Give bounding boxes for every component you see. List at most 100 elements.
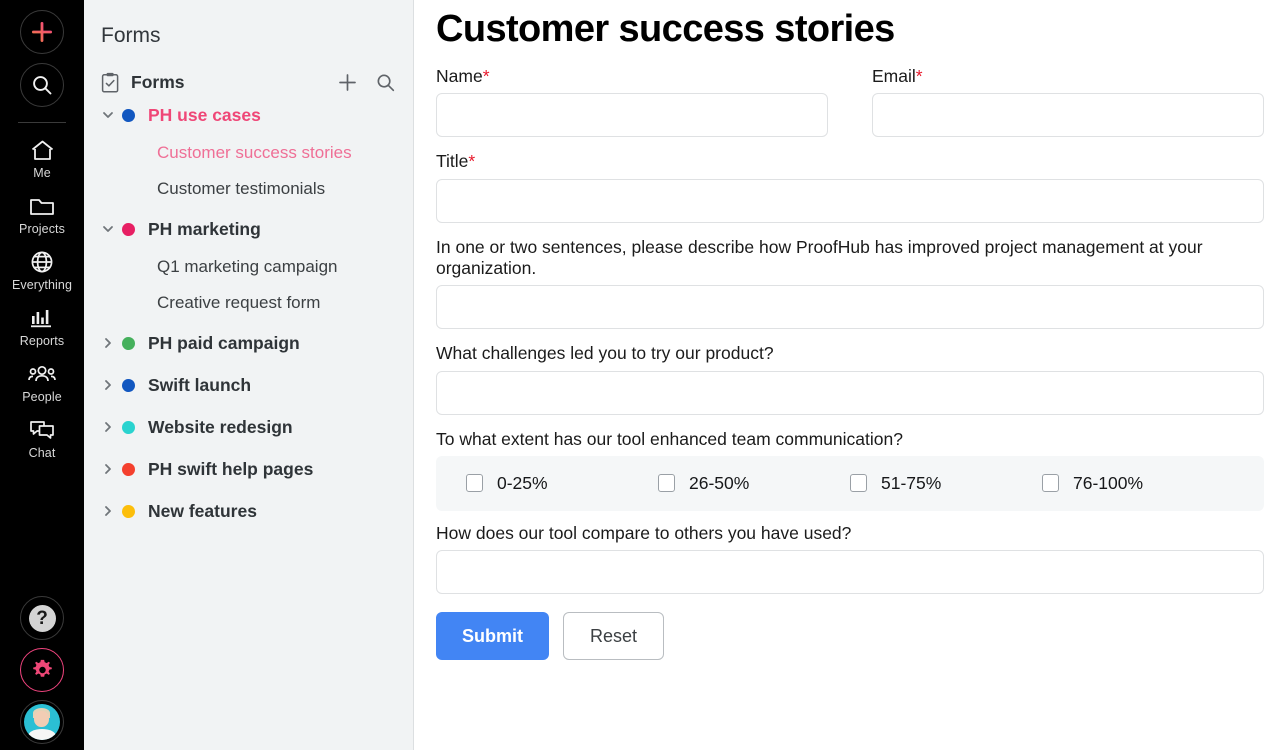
page-title: Customer success stories	[436, 8, 895, 50]
compare-input[interactable]	[436, 550, 1264, 595]
sidebar-search-button[interactable]	[375, 72, 396, 93]
globe-icon	[30, 249, 54, 275]
people-icon	[28, 361, 56, 387]
project-color-dot	[122, 504, 135, 518]
project-row[interactable]: Website redesign	[84, 407, 413, 447]
project-row[interactable]: Swift launch	[84, 365, 413, 405]
project-color-dot	[122, 222, 135, 236]
chevron-right-icon[interactable]	[101, 420, 119, 434]
rail-item-me[interactable]: Me	[0, 137, 84, 180]
project-list: PH use cases Customer success stories Cust…	[84, 95, 413, 531]
checkbox-label: 51-75%	[881, 472, 942, 493]
project-row[interactable]: PH swift help pages	[84, 449, 413, 489]
checkbox-label: 26-50%	[689, 472, 750, 493]
rail-label-projects: Projects	[19, 222, 65, 236]
required-mark: *	[915, 65, 923, 86]
project-row[interactable]: PH paid campaign	[84, 323, 413, 363]
rail-item-chat[interactable]: Chat	[0, 417, 84, 460]
rail-label-people: People	[22, 390, 62, 404]
email-label: Email*	[872, 66, 1264, 87]
project-color-dot	[122, 336, 135, 350]
form-list-item[interactable]: Customer success stories	[84, 135, 413, 171]
checkbox-option[interactable]: 0-25%	[466, 473, 658, 494]
form-list-item[interactable]: Q1 marketing campaign	[84, 249, 413, 285]
project-row[interactable]: New features	[84, 491, 413, 531]
chevron-right-icon	[105, 506, 111, 516]
checkbox-option[interactable]: 26-50%	[658, 473, 850, 494]
avatar-body	[28, 729, 56, 740]
avatar-image	[24, 704, 60, 740]
avatar[interactable]	[20, 700, 64, 744]
rail-search-button[interactable]	[20, 63, 64, 107]
form-list-item[interactable]: Customer testimonials	[84, 171, 413, 207]
checkbox-icon[interactable]	[850, 474, 867, 493]
rail-item-reports[interactable]: Reports	[0, 305, 84, 348]
home-icon	[30, 137, 55, 163]
chevron-down-icon[interactable]	[101, 222, 119, 236]
form-list-item[interactable]: Creative request form	[84, 285, 413, 321]
chevron-right-icon[interactable]	[101, 336, 119, 350]
project-color-dot	[122, 462, 135, 476]
icon-rail: Me Projects Everything Reports People Ch…	[0, 0, 84, 750]
name-label: Name*	[436, 66, 828, 87]
search-icon	[377, 74, 395, 92]
clipboard-check-icon	[101, 72, 120, 93]
checkbox-option[interactable]: 51-75%	[850, 473, 1042, 494]
title-input[interactable]	[436, 178, 1264, 223]
help-button[interactable]: ?	[20, 596, 64, 640]
add-new-button[interactable]	[20, 10, 64, 54]
title-label-text: Title	[436, 151, 469, 172]
app-window: Me Projects Everything Reports People Ch…	[0, 0, 1284, 750]
chevron-right-icon	[105, 338, 111, 348]
project-row[interactable]: PH marketing	[84, 209, 413, 249]
name-email-row: Name* Email*	[436, 66, 1264, 151]
project-name: PH use cases	[148, 104, 261, 125]
rail-label-reports: Reports	[19, 334, 65, 348]
project-row[interactable]: PH use cases	[84, 95, 413, 135]
email-field-group: Email*	[872, 66, 1264, 151]
avatar-face	[34, 711, 49, 727]
chevron-right-icon[interactable]	[101, 462, 119, 476]
required-mark: *	[468, 151, 476, 172]
communication-label: To what extent has our tool enhanced tea…	[436, 428, 903, 449]
rail-divider	[18, 122, 66, 123]
email-input[interactable]	[872, 93, 1264, 138]
settings-button[interactable]	[20, 648, 64, 692]
chevron-right-icon[interactable]	[101, 378, 119, 392]
rail-item-people[interactable]: People	[0, 361, 84, 404]
form-content: Customer success stories Name* Email* Ti…	[414, 0, 1284, 750]
project-color-dot	[122, 378, 135, 392]
email-label-text: Email	[872, 65, 916, 86]
rail-item-projects[interactable]: Projects	[0, 193, 84, 236]
add-form-button[interactable]	[337, 72, 358, 93]
form-actions: Submit Reset	[436, 612, 1264, 661]
submit-button[interactable]: Submit	[436, 612, 549, 661]
checkbox-icon[interactable]	[658, 474, 675, 493]
search-icon	[33, 76, 52, 95]
checkbox-icon[interactable]	[466, 474, 483, 493]
name-field-group: Name*	[436, 66, 828, 151]
rail-item-everything[interactable]: Everything	[0, 249, 84, 292]
checkbox-option[interactable]: 76-100%	[1042, 473, 1234, 494]
question-mark-icon: ?	[28, 604, 56, 632]
gear-icon	[32, 659, 52, 677]
chevron-right-icon	[105, 380, 111, 390]
checkbox-icon[interactable]	[1042, 474, 1059, 493]
forms-section-header: Forms	[84, 48, 413, 93]
reset-button[interactable]: Reset	[563, 612, 665, 661]
chevron-right-icon[interactable]	[101, 504, 119, 518]
name-input[interactable]	[436, 93, 828, 138]
chat-icon	[29, 417, 55, 443]
project-name: Website redesign	[148, 416, 293, 437]
plus-icon	[32, 22, 52, 42]
chevron-down-icon[interactable]	[101, 108, 119, 122]
plus-icon	[339, 74, 356, 91]
describe-input[interactable]	[436, 285, 1264, 330]
describe-label: In one or two sentences, please describe…	[436, 236, 1203, 278]
project-name: PH paid campaign	[148, 332, 300, 353]
project-name: New features	[148, 500, 257, 521]
forms-sidebar: Forms Forms PH use cases Customer succes…	[84, 0, 414, 750]
project-color-dot	[122, 420, 135, 434]
challenges-input[interactable]	[436, 370, 1264, 415]
rail-label-chat: Chat	[28, 446, 56, 460]
